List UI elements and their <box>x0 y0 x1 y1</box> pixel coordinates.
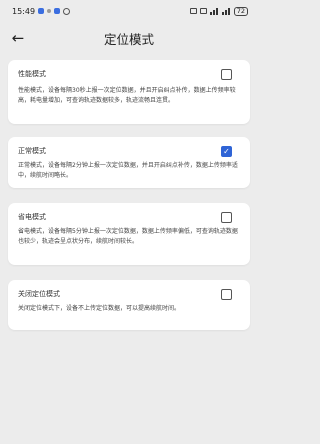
notification-dot-icon <box>47 9 52 13</box>
signal-icon <box>209 7 219 15</box>
mode-description: 关闭定位模式下，设备不上传定位数据，可以提高续航时间。 <box>18 305 181 312</box>
check-icon: ✓ <box>223 146 230 156</box>
status-right: 72 <box>189 6 248 16</box>
mode-card-location-off[interactable]: 关闭定位模式 关闭定位模式下，设备不上传定位数据，可以提高续航时间。 <box>8 280 250 330</box>
status-bar: 15:49 72 <box>0 0 258 22</box>
sim-icon <box>189 8 197 14</box>
page-title: 定位模式 <box>103 31 154 47</box>
mode-checkbox[interactable] <box>221 69 232 80</box>
mode-title: 省电模式 <box>18 213 46 221</box>
app-notification-icon-2 <box>54 8 61 14</box>
mode-card-power-saving[interactable]: 省电模式 省电模式，设备每隔5分钟上报一次定位数据，数据上传频率偏低，可查询轨迹… <box>8 203 250 265</box>
mode-description: 省电模式，设备每隔5分钟上报一次定位数据，数据上传频率偏低，可查询轨迹数据也较少… <box>18 228 238 245</box>
mode-card-performance[interactable]: 性能模式 性能模式，设备每隔30秒上报一次定位数据，并且开启纠点补传，数据上传频… <box>8 60 250 124</box>
battery-indicator: 72 <box>233 6 248 16</box>
mode-title: 关闭定位模式 <box>18 290 60 298</box>
mode-checkbox[interactable] <box>221 212 232 223</box>
mode-title: 正常模式 <box>18 147 46 155</box>
status-time: 15:49 <box>12 6 36 16</box>
eye-icon <box>63 7 71 15</box>
app-notification-icon <box>38 8 45 14</box>
mode-card-normal[interactable]: 正常模式 ✓ 正常模式，设备每隔2分钟上报一次定位数据，并且开启纠点补传，数据上… <box>8 137 250 188</box>
mode-title: 性能模式 <box>18 70 46 78</box>
mode-checkbox[interactable] <box>221 289 232 300</box>
mode-checkbox-checked[interactable]: ✓ <box>221 146 232 157</box>
top-bar: ← 定位模式 <box>0 24 258 52</box>
mode-description: 性能模式，设备每隔30秒上报一次定位数据，并且开启纠点补传，数据上传频率较高，耗… <box>18 87 236 104</box>
nfc-icon <box>199 8 207 14</box>
mode-description: 正常模式，设备每隔2分钟上报一次定位数据，并且开启纠点补传，数据上传频率适中，续… <box>18 162 238 179</box>
status-left: 15:49 <box>12 6 71 16</box>
signal-icon-2 <box>221 7 231 15</box>
